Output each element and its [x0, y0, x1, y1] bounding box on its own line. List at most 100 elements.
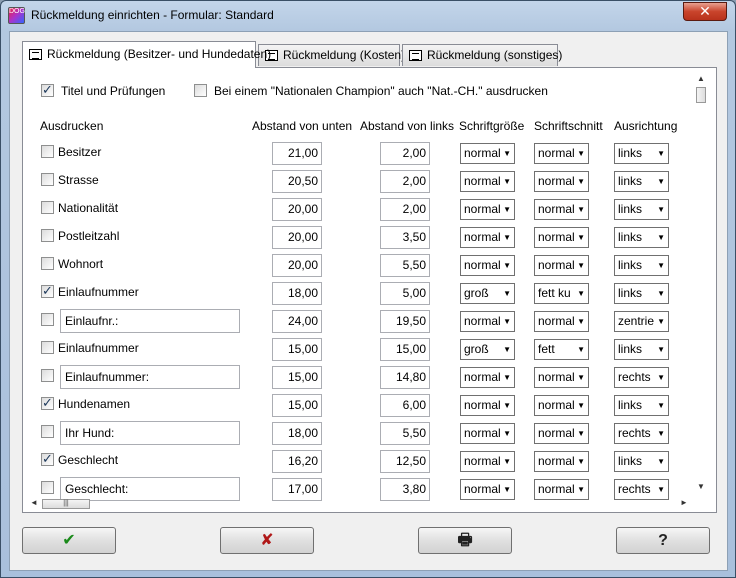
- abstand-unten-input[interactable]: 21,00: [272, 142, 322, 165]
- titel-pruefungen-checkbox[interactable]: [41, 82, 54, 98]
- schriftschnitt-select[interactable]: normal ▼: [534, 171, 589, 192]
- label-text-input[interactable]: Einlaufnr.:: [60, 309, 240, 333]
- ausrichtung-select[interactable]: links ▼: [614, 451, 669, 472]
- abstand-unten-input[interactable]: 20,50: [272, 170, 322, 193]
- schriftschnitt-select[interactable]: normal ▼: [534, 311, 589, 332]
- schriftschnitt-select[interactable]: normal ▼: [534, 395, 589, 416]
- abstand-unten-input[interactable]: 20,00: [272, 198, 322, 221]
- schriftgroesse-select[interactable]: normal ▼: [460, 143, 515, 164]
- abstand-unten-input[interactable]: 20,00: [272, 226, 322, 249]
- abstand-links-input[interactable]: 19,50: [380, 310, 430, 333]
- abstand-unten-input[interactable]: 15,00: [272, 394, 322, 417]
- tab-sonstiges[interactable]: Rückmeldung (sonstiges): [402, 44, 562, 66]
- abstand-links-input[interactable]: 5,50: [380, 422, 430, 445]
- print-checkbox[interactable]: [41, 425, 54, 438]
- abstand-unten-input[interactable]: 15,00: [272, 366, 322, 389]
- field-label: Hundenamen: [58, 397, 131, 411]
- schriftgroesse-select[interactable]: normal ▼: [460, 171, 515, 192]
- print-checkbox[interactable]: [41, 341, 54, 354]
- vertical-scrollbar[interactable]: ▲ ▼: [694, 72, 708, 494]
- schriftgroesse-select[interactable]: normal ▼: [460, 395, 515, 416]
- schriftschnitt-select[interactable]: normal ▼: [534, 423, 589, 444]
- schriftgroesse-select[interactable]: normal ▼: [460, 199, 515, 220]
- schriftschnitt-select[interactable]: normal ▼: [534, 227, 589, 248]
- print-checkbox[interactable]: [41, 145, 54, 158]
- abstand-links-input[interactable]: 5,50: [380, 254, 430, 277]
- horizontal-scrollbar[interactable]: ◄ ||| ►: [28, 497, 693, 511]
- print-checkbox[interactable]: [41, 257, 54, 270]
- schriftgroesse-select[interactable]: groß ▼: [460, 283, 515, 304]
- schriftgroesse-select[interactable]: normal ▼: [460, 311, 515, 332]
- print-checkbox[interactable]: [41, 229, 54, 242]
- print-checkbox[interactable]: [41, 313, 54, 326]
- abstand-links-input[interactable]: 12,50: [380, 450, 430, 473]
- schriftschnitt-select[interactable]: normal ▼: [534, 143, 589, 164]
- print-checkbox[interactable]: [41, 173, 54, 186]
- ausrichtung-select[interactable]: links ▼: [614, 255, 669, 276]
- horizontal-scroll-thumb[interactable]: |||: [42, 499, 90, 509]
- schriftschnitt-select[interactable]: fett ▼: [534, 339, 589, 360]
- schriftschnitt-select[interactable]: normal ▼: [534, 255, 589, 276]
- ausrichtung-select[interactable]: zentrie ▼: [614, 311, 669, 332]
- scroll-left-icon[interactable]: ◄: [30, 498, 38, 507]
- field-label: Nationalität: [58, 201, 119, 215]
- abstand-unten-input[interactable]: 18,00: [272, 422, 322, 445]
- schriftgroesse-select[interactable]: normal ▼: [460, 227, 515, 248]
- schriftgroesse-select[interactable]: normal ▼: [460, 255, 515, 276]
- print-checkbox[interactable]: [41, 283, 54, 299]
- select-value: links: [618, 258, 643, 272]
- vertical-scroll-thumb[interactable]: [696, 87, 706, 103]
- ausrichtung-select[interactable]: links ▼: [614, 199, 669, 220]
- ausrichtung-select[interactable]: links ▼: [614, 283, 669, 304]
- help-button[interactable]: ?: [616, 527, 710, 554]
- abstand-links-input[interactable]: 2,00: [380, 198, 430, 221]
- abstand-links-input[interactable]: 15,00: [380, 338, 430, 361]
- close-button[interactable]: ✕: [683, 2, 727, 21]
- ausrichtung-select[interactable]: links ▼: [614, 227, 669, 248]
- schriftschnitt-select[interactable]: normal ▼: [534, 367, 589, 388]
- scroll-right-icon[interactable]: ►: [680, 498, 688, 507]
- cancel-button[interactable]: ✘: [220, 527, 314, 554]
- abstand-unten-input[interactable]: 18,00: [272, 282, 322, 305]
- label-text-input[interactable]: Einlaufnummer:: [60, 365, 240, 389]
- abstand-links-input[interactable]: 3,50: [380, 226, 430, 249]
- schriftschnitt-select[interactable]: normal ▼: [534, 199, 589, 220]
- tab-besitzer-hundedaten[interactable]: Rückmeldung (Besitzer- und Hundedaten): [22, 41, 271, 68]
- print-button[interactable]: 🖶: [418, 527, 512, 554]
- ok-button[interactable]: ✔: [22, 527, 116, 554]
- help-icon: ?: [658, 532, 668, 549]
- label-text-input[interactable]: Ihr Hund:: [60, 421, 240, 445]
- ausrichtung-select[interactable]: links ▼: [614, 143, 669, 164]
- ausrichtung-select[interactable]: rechts ▼: [614, 367, 669, 388]
- ausrichtung-select[interactable]: rechts ▼: [614, 423, 669, 444]
- abstand-links-input[interactable]: 2,00: [380, 170, 430, 193]
- print-checkbox[interactable]: [41, 395, 54, 411]
- schriftgroesse-select[interactable]: normal ▼: [460, 423, 515, 444]
- schriftgroesse-select[interactable]: normal ▼: [460, 367, 515, 388]
- abstand-links-input[interactable]: 2,00: [380, 142, 430, 165]
- schriftgroesse-select[interactable]: groß ▼: [460, 339, 515, 360]
- abstand-unten-input[interactable]: 20,00: [272, 254, 322, 277]
- print-checkbox[interactable]: [41, 451, 54, 467]
- nat-champion-checkbox[interactable]: [194, 84, 207, 97]
- ausrichtung-select[interactable]: links ▼: [614, 339, 669, 360]
- scroll-up-icon[interactable]: ▲: [697, 74, 705, 83]
- abstand-links-input[interactable]: 5,00: [380, 282, 430, 305]
- schriftschnitt-select[interactable]: normal ▼: [534, 451, 589, 472]
- scroll-down-icon[interactable]: ▼: [697, 482, 705, 491]
- print-checkbox[interactable]: [41, 201, 54, 214]
- print-checkbox[interactable]: [41, 481, 54, 494]
- tab-kosten[interactable]: Rückmeldung (Kosten): [258, 44, 405, 66]
- chevron-down-icon: ▼: [657, 401, 665, 410]
- abstand-unten-input[interactable]: 16,20: [272, 450, 322, 473]
- print-checkbox[interactable]: [41, 369, 54, 382]
- title-bar[interactable]: DOG Rückmeldung einrichten - Formular: S…: [1, 1, 735, 31]
- ausrichtung-select[interactable]: links ▼: [614, 395, 669, 416]
- abstand-unten-input[interactable]: 24,00: [272, 310, 322, 333]
- abstand-unten-input[interactable]: 15,00: [272, 338, 322, 361]
- abstand-links-input[interactable]: 14,80: [380, 366, 430, 389]
- schriftgroesse-select[interactable]: normal ▼: [460, 451, 515, 472]
- ausrichtung-select[interactable]: links ▼: [614, 171, 669, 192]
- schriftschnitt-select[interactable]: fett ku ▼: [534, 283, 589, 304]
- abstand-links-input[interactable]: 6,00: [380, 394, 430, 417]
